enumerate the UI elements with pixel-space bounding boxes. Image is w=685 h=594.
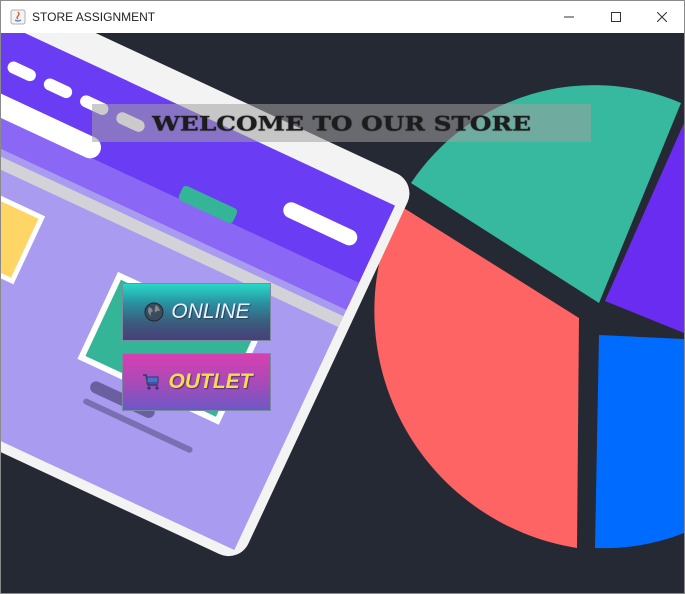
window-title: STORE ASSIGNMENT (32, 10, 156, 24)
outlet-button-label: OUTLET (168, 370, 253, 393)
globe-icon (143, 301, 165, 323)
maximize-icon (611, 12, 621, 22)
online-button-label: ONLINE (171, 300, 250, 323)
shopping-cart-icon (141, 371, 163, 393)
welcome-banner: WELCOME TO OUR STORE (92, 104, 591, 142)
welcome-title: WELCOME TO OUR STORE (152, 111, 531, 135)
close-icon (657, 12, 667, 22)
pie-chart-illustration (374, 85, 684, 549)
close-button[interactable] (639, 1, 684, 33)
app-window: STORE ASSIGNMENT WELCOME TO OUR STORE ON… (0, 0, 685, 594)
minimize-icon (564, 12, 574, 22)
online-button[interactable]: ONLINE (122, 283, 271, 341)
title-bar[interactable]: STORE ASSIGNMENT (1, 1, 684, 33)
minimize-button[interactable] (546, 1, 592, 33)
java-app-icon (10, 9, 26, 25)
outlet-button[interactable]: OUTLET (122, 353, 271, 411)
maximize-button[interactable] (593, 1, 639, 33)
main-content: WELCOME TO OUR STORE ONLINE OUTLET (1, 33, 684, 593)
pie-slice-blue (595, 335, 684, 549)
